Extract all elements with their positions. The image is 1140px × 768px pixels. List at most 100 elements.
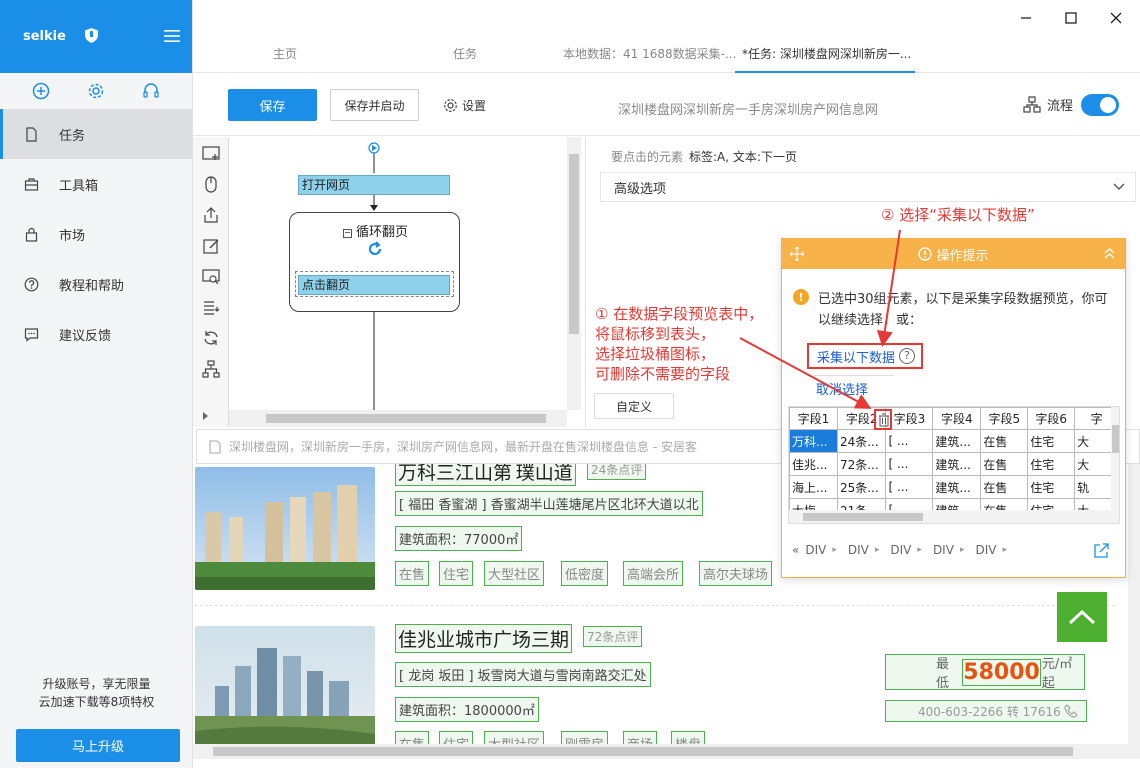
preview-cell[interactable]: 住宅 xyxy=(1027,475,1076,499)
external-link-icon[interactable] xyxy=(1093,543,1109,559)
edit-icon[interactable] xyxy=(202,237,220,255)
scroll-to-top-button[interactable] xyxy=(1057,592,1107,642)
sidebar-item-feedback[interactable]: 建议反馈 xyxy=(0,309,192,359)
flow-step-open-page[interactable]: 打开网页 xyxy=(298,175,450,195)
breadcrumb-item[interactable]: DIV xyxy=(890,543,911,557)
preview-cell[interactable]: 海上... xyxy=(789,475,838,499)
hamburger-menu-icon[interactable] xyxy=(164,30,180,42)
upgrade-button[interactable]: 马上升级 xyxy=(16,729,180,762)
preview-cell[interactable]: 24条... xyxy=(836,429,887,453)
listing-photo[interactable] xyxy=(195,467,375,590)
preview-cell[interactable]: 建筑... xyxy=(932,452,982,476)
collapse-arrow-icon[interactable] xyxy=(202,411,210,421)
trash-highlight-box[interactable] xyxy=(874,409,892,430)
sidebar-item-help[interactable]: 教程和帮助 xyxy=(0,259,192,309)
preview-column-header[interactable]: 字段3 xyxy=(885,407,934,430)
preview-cell[interactable]: 在售 xyxy=(980,429,1029,453)
breadcrumb-item[interactable]: DIV xyxy=(975,543,996,557)
add-icon[interactable] xyxy=(32,82,50,100)
tip-header[interactable]: 操作提示 xyxy=(782,239,1125,269)
preview-cell[interactable]: 72条... xyxy=(836,452,887,476)
move-icon[interactable] xyxy=(790,247,804,261)
document-icon xyxy=(26,126,37,142)
question-icon[interactable]: ? xyxy=(899,348,916,364)
close-icon[interactable] xyxy=(1108,10,1124,26)
gear-icon[interactable] xyxy=(87,82,105,100)
breadcrumb-separator-icon: ▸ xyxy=(1002,545,1007,555)
sidebar-item-market[interactable]: 市场 xyxy=(0,209,192,259)
cancel-selection-link[interactable]: 取消选择 xyxy=(816,379,868,398)
double-chevron-up-icon[interactable] xyxy=(1104,248,1115,259)
web-horizontal-scrollbar[interactable] xyxy=(193,744,1140,759)
sidebar-item-tasks[interactable]: 任务 xyxy=(0,109,192,159)
preview-column-header[interactable]: 字段1 xyxy=(789,407,838,430)
headset-icon[interactable] xyxy=(142,82,160,100)
minimize-icon[interactable] xyxy=(1018,10,1034,26)
flow-vertical-scrollbar[interactable] xyxy=(567,137,581,410)
collapse-square-icon[interactable]: − xyxy=(342,229,352,238)
web-vertical-scrollbar[interactable] xyxy=(1128,464,1140,744)
preview-cell[interactable]: 在售 xyxy=(980,475,1029,499)
advanced-options-dropdown[interactable]: 高级选项 xyxy=(600,172,1136,202)
sidebar-item-toolbox[interactable]: 工具箱 xyxy=(0,159,192,209)
flow-loop-box[interactable]: − 循环翻页 点击翻页 xyxy=(289,212,460,312)
preview-column-header[interactable]: 字段4 xyxy=(932,407,982,430)
listing-address[interactable]: [ 龙岗 坂田 ] 坂雪岗大道与雪岗南路交汇处 xyxy=(395,662,651,687)
preview-column-header[interactable]: 字段6 xyxy=(1027,407,1076,430)
preview-vertical-scrollbar[interactable] xyxy=(1111,407,1119,510)
list-settings-icon[interactable] xyxy=(202,298,220,316)
captcha-icon[interactable] xyxy=(202,268,220,286)
flow-toggle[interactable] xyxy=(1081,94,1119,116)
preview-row: 万科... 24条...[ ... 建筑... 在售 住宅大 xyxy=(789,429,1119,453)
listing-address[interactable]: [ 福田 香蜜湖 ] 香蜜湖半山莲塘尾片区北环大道以北 xyxy=(395,491,703,516)
flow-tool-strip xyxy=(193,137,229,427)
mouse-icon[interactable] xyxy=(202,175,220,193)
breadcrumb-back-icon[interactable]: « xyxy=(792,543,799,557)
preview-cell[interactable]: 住宅 xyxy=(1027,429,1076,453)
preview-cell[interactable]: 万科... xyxy=(789,429,838,453)
preview-cell[interactable]: [ ... xyxy=(885,452,934,476)
preview-cell[interactable]: 在售 xyxy=(980,452,1029,476)
flow-canvas: 打开网页 − 循环翻页 点击翻页 xyxy=(229,137,567,410)
shield-icon[interactable] xyxy=(85,28,98,43)
preview-table: 字段1 字段2 字段3 字段4 字段5 字段6 字 万科... 24条...[ ... 建筑..… xyxy=(789,407,1119,522)
collect-data-link[interactable]: 采集以下数据 ? xyxy=(807,343,924,369)
listing-title[interactable]: 佳兆业城市广场三期 xyxy=(395,624,573,653)
preview-cell[interactable]: [ ... xyxy=(885,429,934,453)
tab-current-task[interactable]: *任务: 深圳楼盘网深圳新房一... xyxy=(742,45,911,62)
preview-cell[interactable]: [ ... xyxy=(885,475,934,499)
tab-tasks[interactable]: 任务 xyxy=(453,45,477,62)
listing-photo[interactable] xyxy=(195,626,375,744)
branch-icon[interactable] xyxy=(202,360,220,378)
maximize-icon[interactable] xyxy=(1063,10,1079,26)
export-icon[interactable] xyxy=(202,206,220,224)
breadcrumb-item[interactable]: DIV xyxy=(848,543,869,557)
settings-button[interactable]: 设置 xyxy=(443,97,486,114)
task-toolbar: 保存 保存并启动 设置 深圳楼盘网深圳新房一手房深圳房产网信息网 流程 xyxy=(193,73,1140,136)
preview-column-header[interactable]: 字段5 xyxy=(980,407,1029,430)
listing-review-count[interactable]: 72条点评 xyxy=(583,626,643,647)
preview-cell[interactable]: 佳兆... xyxy=(789,452,838,476)
preview-cell[interactable]: 住宅 xyxy=(1027,452,1076,476)
toolbox-icon xyxy=(24,177,39,191)
flow-step-click-page[interactable]: 点击翻页 xyxy=(298,275,450,295)
listing-title[interactable]: 万科三江山第 璞山道 xyxy=(395,464,576,486)
loop-icon[interactable] xyxy=(202,329,220,347)
tab-local-data[interactable]: 本地数据：41 1688数据采集-... xyxy=(563,45,736,62)
custom-button[interactable]: 自定义 xyxy=(594,393,674,419)
listing-review-count[interactable]: 24条点评 xyxy=(587,464,647,480)
save-and-start-button[interactable]: 保存并启动 xyxy=(330,89,419,121)
phone-number: 400-603-2266 转 17616 xyxy=(918,704,1061,719)
preview-cell[interactable]: 建筑... xyxy=(932,429,982,453)
preview-horizontal-scrollbar[interactable] xyxy=(789,510,1119,523)
breadcrumb-item[interactable]: DIV xyxy=(933,543,954,557)
preview-cell[interactable]: 建筑... xyxy=(932,475,982,499)
trash-icon[interactable] xyxy=(877,412,891,429)
tab-home[interactable]: 主页 xyxy=(273,45,297,62)
breadcrumb-item[interactable]: DIV xyxy=(805,543,826,557)
flowchart-icon xyxy=(1023,96,1041,113)
preview-cell[interactable]: 25条... xyxy=(836,475,887,499)
flow-horizontal-scrollbar[interactable] xyxy=(229,410,567,427)
add-step-icon[interactable] xyxy=(202,145,220,163)
save-button[interactable]: 保存 xyxy=(228,89,317,121)
